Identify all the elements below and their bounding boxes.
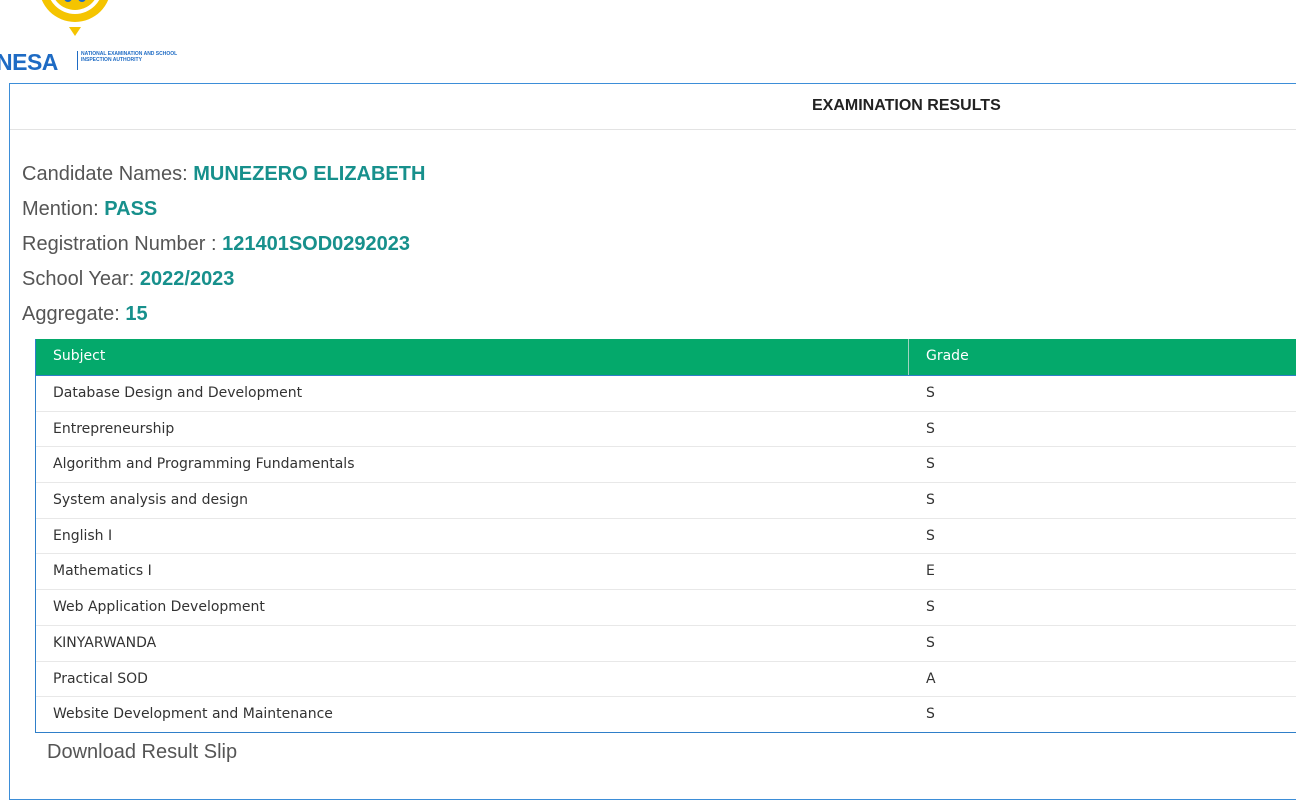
grade-cell: S [926, 456, 935, 473]
table-row: Practical SOD A [36, 660, 1296, 697]
candidate-info: Candidate Names: MUNEZERO ELIZABETH Ment… [22, 161, 425, 336]
panel-header: EXAMINATION RESULTS [10, 84, 1296, 130]
school-year-value: 2022/2023 [139, 268, 235, 290]
results-panel: EXAMINATION RESULTS Candidate Names: MUN… [9, 83, 1296, 800]
grade-cell: S [926, 634, 935, 651]
subject-cell: Website Development and Maintenance [53, 706, 333, 723]
school-year-line: School Year: 2022/2023 [22, 266, 425, 301]
subject-cell: Algorithm and Programming Fundamentals [53, 456, 355, 473]
header-grade: Grade [926, 348, 969, 364]
grade-cell: S [926, 706, 935, 723]
table-row: Web Application Development S [36, 589, 1296, 625]
aggregate-line: Aggregate: 15 [22, 301, 425, 336]
nesa-logo: NESA NATIONAL EXAMINATION AND SCHOOL INS… [0, 0, 180, 78]
table-row: Database Design and Development S [36, 375, 1296, 411]
table-row: System analysis and design S [36, 482, 1296, 518]
grade-cell: S [926, 599, 935, 616]
mention-label: Mention: [22, 198, 99, 220]
registration-line: Registration Number : 121401SOD0292023 [22, 231, 425, 266]
logo-wordmark: NESA [0, 49, 58, 75]
grade-cell: S [926, 385, 935, 401]
grade-cell: E [926, 563, 935, 580]
header-divider [908, 339, 909, 375]
table-row: KINYARWANDA S [36, 624, 1296, 661]
nesa-emblem-icon [41, 0, 109, 36]
grade-cell: S [926, 420, 935, 437]
aggregate-label: Aggregate: [22, 303, 120, 325]
download-result-slip-link[interactable]: Download Result Slip [47, 741, 237, 764]
table-header: Subject Grade [36, 339, 1296, 375]
subject-cell: System analysis and design [53, 492, 249, 509]
registration-label: Registration Number : [22, 233, 217, 255]
candidate-name-label: Candidate Names: [22, 163, 188, 185]
page-title: EXAMINATION RESULTS [812, 97, 1001, 114]
table-row: Mathematics I E [36, 553, 1296, 589]
mention-line: Mention: PASS [22, 196, 425, 231]
subject-cell: Entrepreneurship [53, 420, 175, 437]
subject-cell: Practical SOD [53, 670, 148, 687]
grade-cell: S [926, 527, 935, 544]
logo-subtitle: NATIONAL EXAMINATION AND SCHOOL INSPECTI… [81, 51, 178, 63]
candidate-name-line: Candidate Names: MUNEZERO ELIZABETH [22, 161, 425, 196]
registration-value: 121401SOD0292023 [222, 233, 411, 255]
mention-value: PASS [104, 198, 158, 220]
aggregate-value: 15 [125, 303, 148, 325]
grade-cell: A [926, 670, 936, 687]
candidate-name-value: MUNEZERO ELIZABETH [193, 163, 426, 185]
subject-cell: Database Design and Development [53, 385, 303, 401]
grade-cell: S [926, 492, 935, 509]
table-row: English I S [36, 517, 1296, 554]
subject-cell: Mathematics I [53, 563, 152, 580]
subject-cell: Web Application Development [53, 599, 265, 616]
table-body: Database Design and Development S Entrepr… [36, 375, 1296, 732]
school-year-label: School Year: [22, 268, 135, 290]
logo-divider [77, 51, 78, 70]
subject-cell: KINYARWANDA [53, 634, 157, 651]
table-row: Website Development and Maintenance S [36, 696, 1296, 732]
table-row: Entrepreneurship S [36, 410, 1296, 447]
subject-cell: English I [53, 527, 113, 544]
table-row: Algorithm and Programming Fundamentals S [36, 446, 1296, 482]
header-subject: Subject [53, 348, 106, 364]
results-table: Subject Grade Database Design and Develo… [35, 339, 1296, 733]
